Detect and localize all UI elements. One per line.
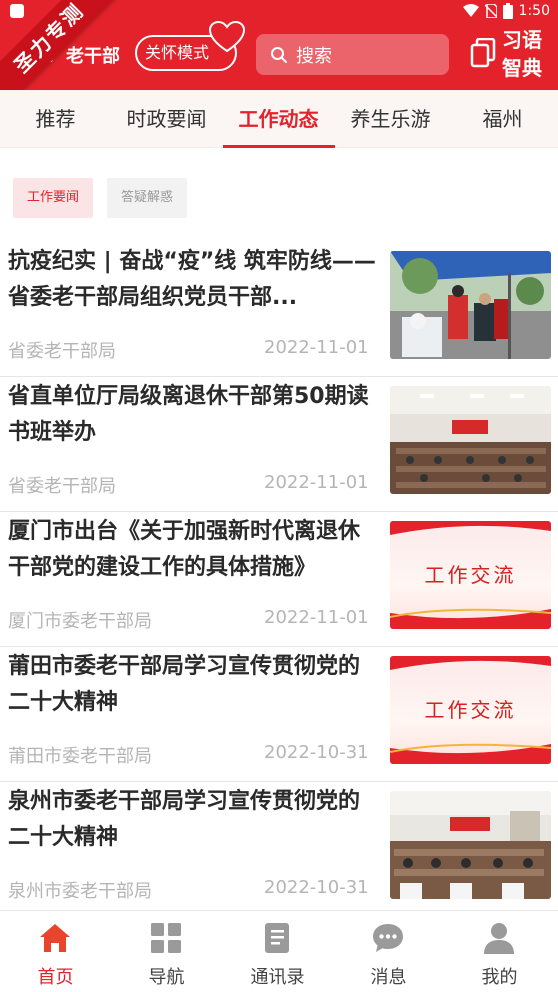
article-title: 省直单位厅局级离退休干部第50期读书班举办 — [8, 384, 369, 445]
nav-profile[interactable]: 我的 — [444, 911, 555, 992]
article-source: 省委老干部局 — [8, 476, 116, 497]
subtag-qa[interactable]: 答疑解惑 — [107, 178, 187, 218]
contacts-book-icon — [265, 923, 289, 953]
nav-home[interactable]: 首页 — [0, 911, 111, 992]
article-item[interactable]: 省直单位厅局级离退休干部第50期读书班举办 省委老干部局 2022-11-01 — [0, 377, 558, 512]
search-icon — [271, 46, 287, 63]
nav-messages[interactable]: 消息 — [333, 911, 444, 992]
care-mode-label: 关怀模式 — [145, 43, 210, 62]
article-date: 2022-11-01 — [264, 337, 369, 358]
nav-messages-label: 消息 — [370, 967, 407, 988]
article-title: 莆田市委老干部局学习宣传贯彻党的二十大精神 — [8, 654, 361, 715]
meeting-hall-photo — [390, 386, 551, 494]
article-item[interactable]: 泉州市委老干部局学习宣传贯彻党的二十大精神 泉州市委老干部局 2022-10-3… — [0, 782, 558, 910]
subtag-work-news[interactable]: 工作要闻 — [13, 178, 93, 218]
sub-category-tags: 工作要闻 答疑解惑 — [13, 178, 187, 218]
dict-label-1: 习语 — [502, 28, 542, 52]
notification-icon — [10, 4, 24, 18]
article-thumbnail: 工作交流 — [390, 521, 551, 629]
no-sim-icon — [484, 4, 497, 18]
search-placeholder: 搜索 — [296, 45, 332, 67]
bottom-navigation: 首页 导航 通讯录 消息 我的 — [0, 910, 558, 992]
wifi-icon — [462, 4, 479, 17]
care-mode-button[interactable]: 关怀模式 — [135, 21, 245, 71]
outdoor-testing-photo — [390, 251, 551, 359]
meeting-room-photo — [390, 791, 551, 899]
article-title: 厦门市出台《关于加强新时代离退休干部党的建设工作的具体措施》 — [8, 519, 361, 580]
logo-text: 老干部 — [66, 46, 120, 67]
article-thumbnail — [390, 791, 551, 899]
article-date: 2022-11-01 — [264, 472, 369, 493]
nav-navigation-label: 导航 — [148, 967, 185, 988]
article-date: 2022-10-31 — [264, 877, 369, 898]
nav-contacts-label: 通讯录 — [250, 967, 305, 988]
article-item[interactable]: 抗疫纪实 | 奋战“疫”线 筑牢防线——省委老干部局组织党员干部... 省委老干… — [0, 242, 558, 377]
article-date: 2022-11-01 — [264, 607, 369, 628]
article-thumbnail — [390, 251, 551, 359]
grid-icon — [151, 923, 181, 953]
article-item[interactable]: 莆田市委老干部局学习宣传贯彻党的二十大精神 莆田市委老干部局 2022-10-3… — [0, 647, 558, 782]
xiyu-dictionary-button[interactable]: 习语 智典 — [470, 26, 550, 82]
chat-bubble-icon — [373, 924, 403, 952]
tab-recommend[interactable]: 推荐 — [0, 90, 111, 148]
heart-icon — [209, 21, 245, 53]
article-source: 厦门市委老干部局 — [8, 611, 152, 632]
tab-fuzhou[interactable]: 福州 — [447, 90, 558, 148]
nav-profile-label: 我的 — [481, 967, 518, 988]
tab-work-updates[interactable]: 工作动态 — [223, 90, 334, 148]
copy-document-icon — [470, 38, 496, 68]
article-item[interactable]: 厦门市出台《关于加强新时代离退休干部党的建设工作的具体措施》 厦门市委老干部局 … — [0, 512, 558, 647]
nav-contacts[interactable]: 通讯录 — [222, 911, 333, 992]
category-tabs: 推荐 时政要闻 工作动态 养生乐游 福州 — [0, 90, 558, 148]
article-source: 省委老干部局 — [8, 341, 116, 362]
article-thumbnail — [390, 386, 551, 494]
status-time: 1:50 — [518, 3, 550, 19]
tab-politics-news[interactable]: 时政要闻 — [111, 90, 222, 148]
article-title: 抗疫纪实 | 奋战“疫”线 筑牢防线——省委老干部局组织党员干部... — [8, 249, 376, 310]
banner-title: 工作交流 — [424, 563, 517, 587]
article-thumbnail: 工作交流 — [390, 656, 551, 764]
app-header: 1:50 老干部 关怀模式 搜索 习语 智典 圣力专测 — [0, 0, 558, 111]
home-icon — [40, 924, 70, 952]
search-bar[interactable]: 搜索 — [256, 34, 449, 75]
nav-navigation[interactable]: 导航 — [111, 911, 222, 992]
banner-title: 工作交流 — [424, 698, 517, 722]
active-tab-indicator — [223, 145, 335, 148]
dict-label-2: 智典 — [502, 56, 542, 80]
article-date: 2022-10-31 — [264, 742, 369, 763]
article-source: 泉州市委老干部局 — [8, 881, 152, 902]
person-icon — [484, 923, 514, 954]
article-source: 莆田市委老干部局 — [8, 746, 152, 767]
battery-icon — [502, 3, 513, 19]
nav-home-label: 首页 — [37, 967, 74, 988]
article-title: 泉州市委老干部局学习宣传贯彻党的二十大精神 — [8, 789, 361, 850]
tab-health-travel[interactable]: 养生乐游 — [335, 90, 446, 148]
